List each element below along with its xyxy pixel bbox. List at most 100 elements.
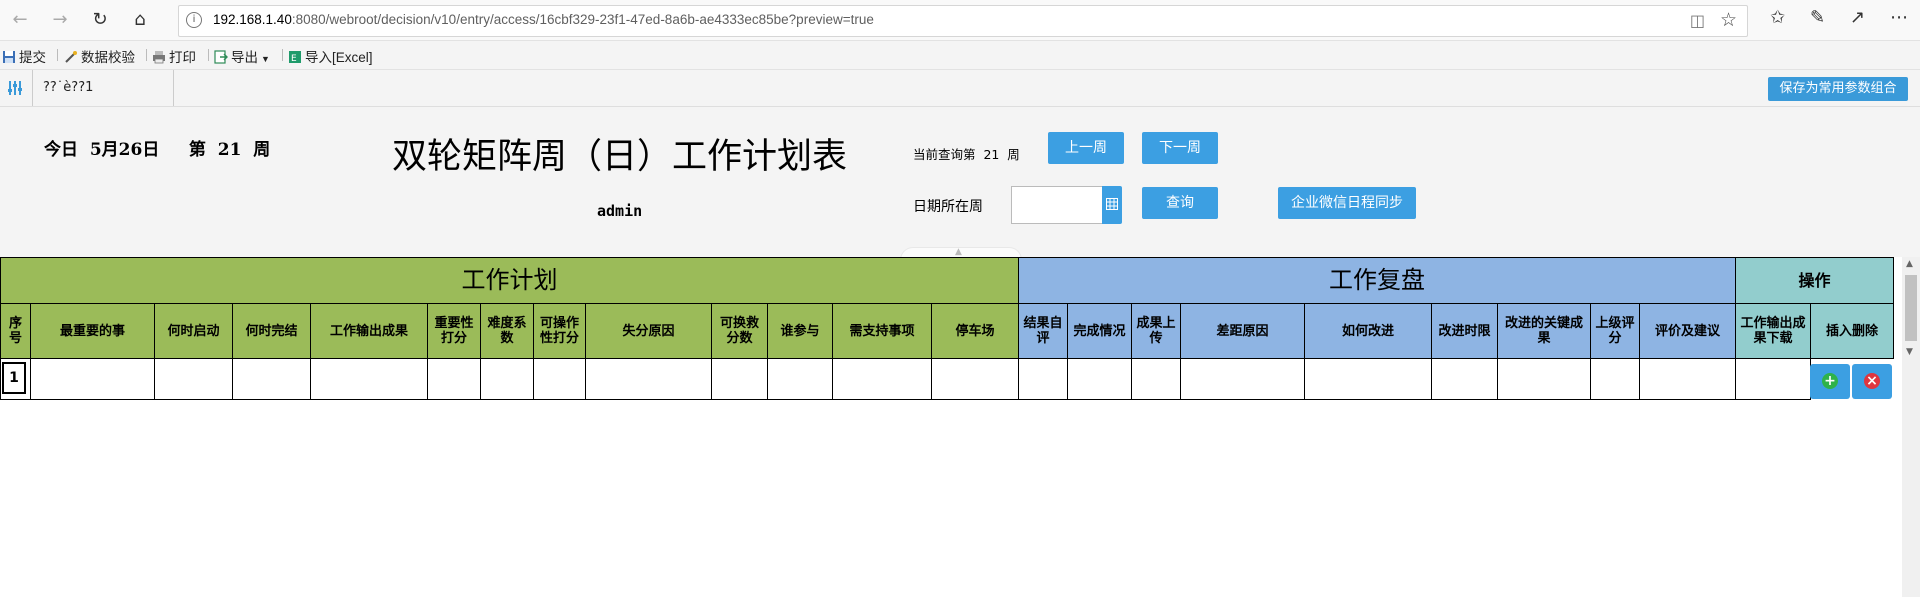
table-cell[interactable]: [30, 358, 155, 400]
favorites-icon[interactable]: ✩: [1770, 7, 1785, 28]
forward-arrow-icon[interactable]: →: [48, 8, 72, 32]
col-header-difficulty: 难度系数: [480, 303, 534, 359]
import-excel-button[interactable]: E 导入[Excel]: [288, 46, 373, 66]
col-header-completion: 完成情况: [1067, 303, 1132, 359]
table-cell[interactable]: [310, 358, 428, 400]
home-icon[interactable]: ⌂: [128, 8, 152, 32]
scroll-thumb[interactable]: [1905, 275, 1917, 341]
group-header-review: 工作复盘: [1018, 257, 1736, 304]
parameter-tab[interactable]: ??˙è??1: [32, 70, 174, 106]
col-header-self-eval: 结果自评: [1018, 303, 1068, 359]
date-picker-button[interactable]: [1102, 186, 1122, 224]
pen-icon[interactable]: ✎: [1810, 7, 1825, 28]
toolbar-divider: [146, 49, 147, 61]
table-cell[interactable]: [832, 358, 932, 400]
toolbar-divider: [282, 49, 283, 61]
back-arrow-icon[interactable]: ←: [8, 8, 32, 32]
vertical-scrollbar[interactable]: ▲ ▼: [1902, 257, 1920, 597]
export-button[interactable]: 导出 ▼: [214, 46, 270, 66]
group-header-plan: 工作计划: [0, 257, 1019, 304]
table-cell[interactable]: [1590, 358, 1640, 400]
table-cell[interactable]: [480, 358, 534, 400]
table-cell[interactable]: [427, 358, 481, 400]
col-header-start: 何时启动: [154, 303, 233, 359]
filter-settings-icon[interactable]: [6, 79, 24, 97]
reading-view-icon[interactable]: ◫: [1690, 11, 1705, 30]
validate-button[interactable]: 数据校验: [64, 46, 135, 66]
insert-row-button[interactable]: +: [1810, 364, 1850, 399]
col-header-superior-score: 上级评分: [1590, 303, 1640, 359]
query-button[interactable]: 查询: [1142, 187, 1218, 219]
plus-icon: +: [1822, 373, 1838, 389]
submit-button[interactable]: 提交: [2, 46, 46, 66]
col-header-finish: 何时完结: [232, 303, 311, 359]
col-header-parking: 停车场: [931, 303, 1019, 359]
table-cell[interactable]: [1067, 358, 1132, 400]
table-cell[interactable]: [767, 358, 833, 400]
table-cell[interactable]: [1639, 358, 1736, 400]
print-button[interactable]: 打印: [152, 46, 196, 66]
more-icon[interactable]: ⋯: [1890, 7, 1908, 28]
table-cell[interactable]: [711, 358, 768, 400]
col-header-improve-deadline: 改进时限: [1431, 303, 1498, 359]
col-header-operability: 可操作性打分: [533, 303, 586, 359]
url-path: :8080/webroot/decision/v10/entry/access/…: [291, 12, 874, 27]
table-cell[interactable]: [533, 358, 586, 400]
url-text[interactable]: 192.168.1.40:8080/webroot/decision/v10/e…: [213, 12, 874, 27]
submit-label: 提交: [19, 50, 46, 65]
toolbar-divider: [208, 49, 209, 61]
page-title: 双轮矩阵周（日）工作计划表: [392, 137, 848, 177]
wechat-sync-button[interactable]: 企业微信日程同步: [1278, 187, 1416, 219]
prev-week-button[interactable]: 上一周: [1048, 132, 1124, 164]
address-bar[interactable]: i 192.168.1.40:8080/webroot/decision/v10…: [178, 5, 1748, 37]
col-header-output: 工作输出成果: [310, 303, 428, 359]
close-icon: ×: [1864, 373, 1880, 389]
wand-icon: [65, 51, 77, 63]
export-icon: [214, 50, 228, 64]
info-icon[interactable]: i: [186, 12, 202, 28]
validate-label: 数据校验: [81, 50, 135, 65]
col-header-improve: 如何改进: [1304, 303, 1432, 359]
table-cell[interactable]: [1304, 358, 1432, 400]
col-header-key-task: 最重要的事: [30, 303, 155, 359]
scroll-down-icon[interactable]: ▼: [1906, 347, 1913, 357]
group-header-ops: 操作: [1735, 257, 1894, 304]
export-label: 导出: [231, 50, 258, 65]
table-cell[interactable]: [1180, 358, 1305, 400]
table-cell[interactable]: [1497, 358, 1591, 400]
table-cell[interactable]: [154, 358, 233, 400]
current-week-text: 当前查询第 21 周: [913, 147, 1020, 162]
chevron-up-icon: ▲: [955, 247, 962, 257]
share-icon[interactable]: ↗: [1850, 7, 1865, 28]
refresh-icon[interactable]: ↻: [88, 8, 112, 32]
col-header-seq: 序号: [0, 303, 31, 359]
table-cell[interactable]: [1431, 358, 1498, 400]
date-input[interactable]: [1011, 186, 1103, 224]
table-cell[interactable]: [931, 358, 1019, 400]
url-host: 192.168.1.40: [213, 12, 292, 27]
table-cell[interactable]: [1131, 358, 1181, 400]
parameter-bar: ??˙è??1: [0, 70, 1920, 107]
col-header-upload: 成果上传: [1131, 303, 1181, 359]
excel-icon: E: [289, 51, 301, 64]
col-header-loss-reason: 失分原因: [585, 303, 712, 359]
table-cell[interactable]: [585, 358, 712, 400]
import-excel-label: 导入[Excel]: [305, 50, 373, 65]
table-cell[interactable]: [1018, 358, 1068, 400]
chevron-down-icon: ▼: [261, 54, 270, 64]
browser-toolbar: ← → ↻ ⌂ i 192.168.1.40:8080/webroot/deci…: [0, 0, 1920, 41]
col-header-recoverable: 可换救分数: [711, 303, 768, 359]
printer-icon: [153, 51, 165, 64]
print-label: 打印: [169, 50, 196, 65]
table-cell[interactable]: [1735, 358, 1811, 400]
star-icon[interactable]: ☆: [1720, 9, 1737, 31]
delete-row-button[interactable]: ×: [1852, 364, 1892, 399]
calendar-icon: [1106, 198, 1118, 210]
col-header-participants: 谁参与: [767, 303, 833, 359]
table-cell[interactable]: [232, 358, 311, 400]
next-week-button[interactable]: 下一周: [1142, 132, 1218, 164]
scroll-up-icon[interactable]: ▲: [1906, 259, 1913, 269]
toolbar-divider: [57, 49, 58, 61]
save-param-combo-button[interactable]: 保存为常用参数组合: [1768, 77, 1908, 101]
parameter-panel: [0, 107, 1920, 257]
